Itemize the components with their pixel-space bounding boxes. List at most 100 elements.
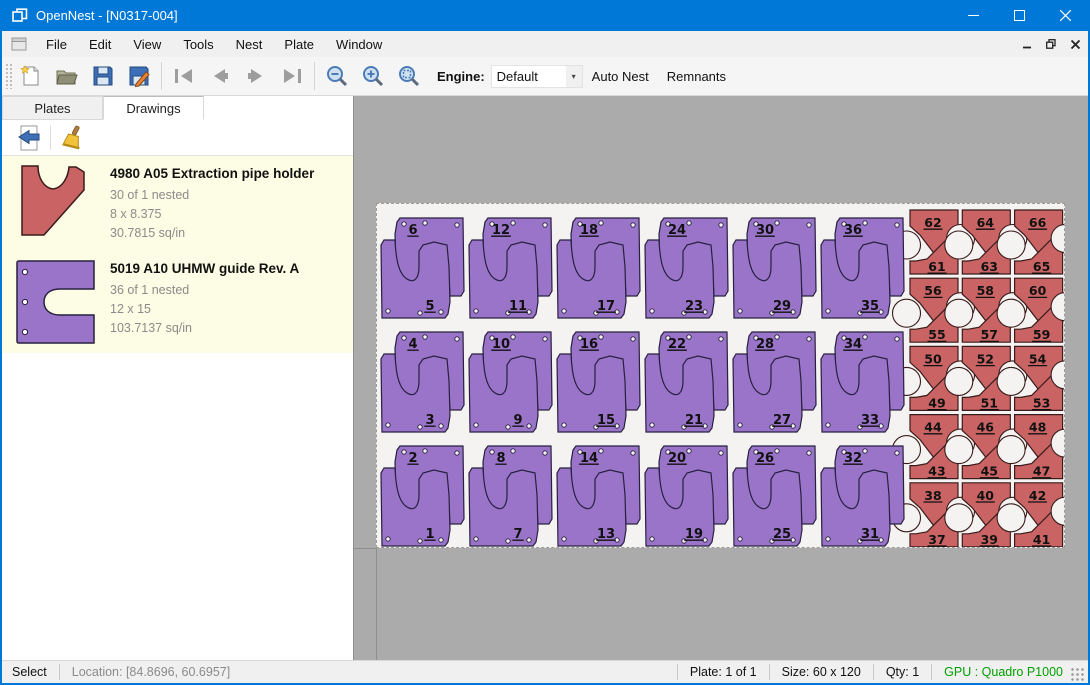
part-number: 42 <box>1029 488 1046 503</box>
purple-part-pair[interactable]: 1817 <box>557 218 640 318</box>
drawing-title: 4980 A05 Extraction pipe holder <box>110 166 347 181</box>
drawing-title: 5019 A10 UHMW guide Rev. A <box>110 261 347 276</box>
drawing-nested-count: 30 of 1 nested <box>110 186 347 205</box>
nested-parts: 6261646366655655585760595049525154534443… <box>377 204 1065 548</box>
mdi-close-icon <box>1071 40 1080 49</box>
part-number: 58 <box>977 283 994 298</box>
mdi-minimize-icon <box>1023 40 1032 49</box>
purple-part-pair[interactable]: 43 <box>381 332 464 432</box>
part-number: 55 <box>928 327 945 342</box>
part-number: 44 <box>924 420 942 435</box>
sidebar: Plates Drawings <box>2 96 354 660</box>
engine-value: Default <box>492 69 566 84</box>
remnants-button[interactable]: Remnants <box>658 64 735 89</box>
part-number: 64 <box>977 215 995 230</box>
purple-part-pair[interactable]: 2423 <box>645 218 728 318</box>
drawing-thumbnail <box>14 259 110 345</box>
menu-view[interactable]: View <box>122 33 172 56</box>
engine-combobox[interactable]: Default ▾ <box>491 65 583 88</box>
part-number: 45 <box>981 464 998 479</box>
import-drawing-button[interactable] <box>14 124 44 152</box>
previous-plate-button[interactable] <box>202 60 238 92</box>
part-number: 65 <box>1033 259 1050 274</box>
new-button[interactable] <box>13 60 49 92</box>
first-plate-button[interactable] <box>166 60 202 92</box>
menu-nest[interactable]: Nest <box>225 33 274 56</box>
menu-window[interactable]: Window <box>325 33 393 56</box>
tab-drawings[interactable]: Drawings <box>103 96 204 120</box>
toolbar-grip[interactable] <box>5 63 13 89</box>
nest-canvas[interactable]: 6261646366655655585760595049525154534443… <box>354 96 1088 660</box>
purple-part-pair[interactable]: 2625 <box>733 446 816 546</box>
purple-part-pair[interactable]: 3231 <box>821 446 904 546</box>
zoom-in-button[interactable] <box>355 60 391 92</box>
drawing-area: 30.7815 sq/in <box>110 224 347 243</box>
toolbar: Engine: Default ▾ Auto Nest Remnants <box>2 57 1088 96</box>
purple-part-pair[interactable]: 2827 <box>733 332 816 432</box>
menu-tools[interactable]: Tools <box>172 33 224 56</box>
plate-guide-line <box>376 548 377 660</box>
part-number: 40 <box>977 488 995 503</box>
save-edit-icon <box>127 64 151 88</box>
menu-edit[interactable]: Edit <box>78 33 122 56</box>
menu-file[interactable]: File <box>35 33 78 56</box>
drawing-item[interactable]: 4980 A05 Extraction pipe holder 30 of 1 … <box>2 156 353 251</box>
part-number: 39 <box>981 532 998 547</box>
open-folder-icon <box>55 64 79 88</box>
maximize-icon <box>1014 10 1025 21</box>
purple-part-pair[interactable]: 87 <box>469 446 552 546</box>
open-button[interactable] <box>49 60 85 92</box>
purple-part-pair[interactable]: 1615 <box>557 332 640 432</box>
maximize-button[interactable] <box>996 0 1042 31</box>
drawing-item[interactable]: 5019 A10 UHMW guide Rev. A 36 of 1 neste… <box>2 251 353 353</box>
last-plate-button[interactable] <box>274 60 310 92</box>
part-number: 49 <box>928 395 945 410</box>
purple-part-pair[interactable]: 1413 <box>557 446 640 546</box>
drawing-size: 12 x 15 <box>110 300 347 319</box>
part-number: 51 <box>981 395 998 410</box>
part-number: 66 <box>1029 215 1047 230</box>
save-icon <box>91 64 115 88</box>
clear-drawings-button[interactable] <box>57 124 87 152</box>
toolbar-separator <box>161 62 162 90</box>
purple-part-pair[interactable]: 1211 <box>469 218 552 318</box>
purple-part-pair[interactable]: 109 <box>469 332 552 432</box>
save-button[interactable] <box>85 60 121 92</box>
chevron-down-icon[interactable]: ▾ <box>566 66 582 87</box>
plate[interactable]: 6261646366655655585760595049525154534443… <box>376 203 1065 548</box>
zoom-out-button[interactable] <box>319 60 355 92</box>
auto-nest-button[interactable]: Auto Nest <box>583 64 658 89</box>
save-as-button[interactable] <box>121 60 157 92</box>
toolbar-separator <box>50 126 51 150</box>
part-number: 61 <box>928 259 945 274</box>
zoom-in-icon <box>361 64 385 88</box>
zoom-extents-button[interactable] <box>391 60 427 92</box>
purple-part-pair[interactable]: 21 <box>381 446 464 546</box>
purple-part-pair[interactable]: 2221 <box>645 332 728 432</box>
part-number: 41 <box>1033 532 1050 547</box>
mdi-restore-button[interactable] <box>1040 35 1062 53</box>
next-plate-button[interactable] <box>238 60 274 92</box>
minimize-button[interactable] <box>950 0 996 31</box>
part-number: 56 <box>924 283 942 298</box>
close-button[interactable] <box>1042 0 1088 31</box>
drawing-thumbnail <box>14 164 110 243</box>
qty-status: Qty: 1 <box>882 665 923 679</box>
title-bar: OpenNest - [N0317-004] <box>2 0 1088 31</box>
mdi-close-button[interactable] <box>1064 35 1086 53</box>
part-number: 63 <box>981 259 998 274</box>
purple-part-pair[interactable]: 3433 <box>821 332 904 432</box>
purple-part-pair[interactable]: 3635 <box>821 218 904 318</box>
part-number: 48 <box>1029 420 1046 435</box>
purple-part-pair[interactable]: 2019 <box>645 446 728 546</box>
window-title: OpenNest - [N0317-004] <box>36 8 178 23</box>
mdi-restore-icon <box>1046 39 1056 49</box>
resize-grip[interactable] <box>1071 668 1085 682</box>
tab-plates[interactable]: Plates <box>2 96 103 120</box>
part-number: 54 <box>1029 351 1047 366</box>
plate-guide-line <box>354 548 376 549</box>
purple-part-pair[interactable]: 3029 <box>733 218 816 318</box>
mdi-minimize-button[interactable] <box>1016 35 1038 53</box>
menu-plate[interactable]: Plate <box>273 33 325 56</box>
purple-part-pair[interactable]: 65 <box>381 218 464 318</box>
